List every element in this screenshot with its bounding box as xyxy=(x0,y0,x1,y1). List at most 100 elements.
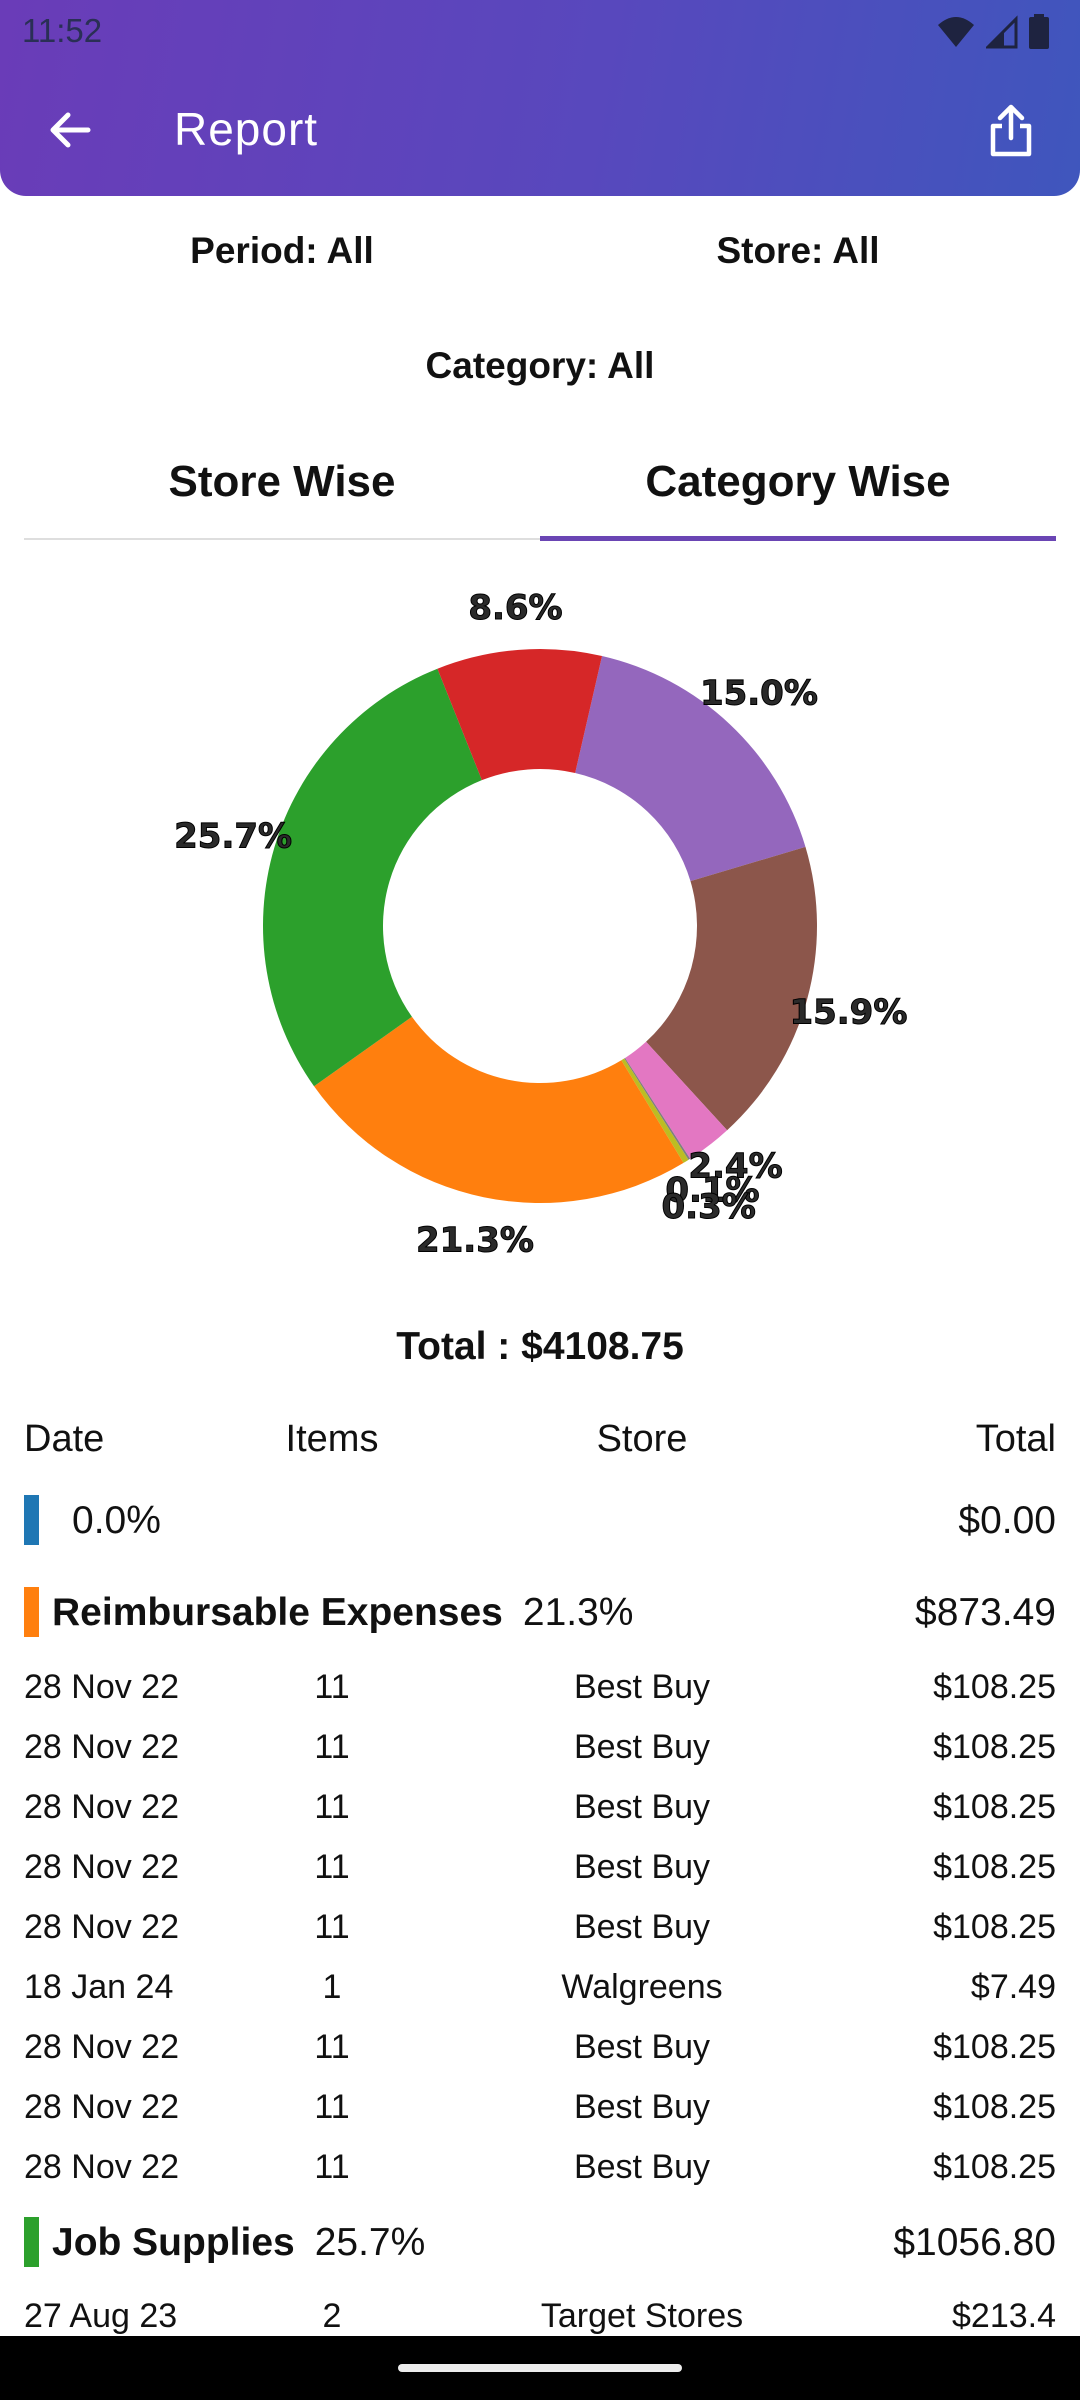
slice-label: 15.0% xyxy=(700,674,818,714)
store-filter[interactable]: Store: All xyxy=(540,230,1056,272)
row-date: 28 Nov 22 xyxy=(24,1788,179,1826)
row-date: 28 Nov 22 xyxy=(24,1908,179,1946)
row-total: $7.49 xyxy=(970,1968,1056,2006)
row-date: 27 Aug 23 xyxy=(24,2297,178,2335)
category-filter[interactable]: Category: All xyxy=(0,345,1080,387)
category-donut-chart: 15.0% 15.9% 2.4% 0.1% 0.3% 21.3% 25.7% 8.6% xyxy=(0,560,1080,1260)
row-store: Best Buy xyxy=(573,1668,711,1706)
row-items: 11 xyxy=(314,2148,350,2186)
battery-icon xyxy=(1029,14,1049,49)
slice-label: 25.7% xyxy=(174,816,292,856)
signal-icon xyxy=(986,15,1018,49)
row-items: 11 xyxy=(314,2028,350,2066)
tab-store-wise[interactable]: Store Wise xyxy=(24,440,540,540)
category-total: $873.49 xyxy=(915,1591,1056,1634)
category-label: Reimbursable Expenses 21.3% xyxy=(52,1591,633,1635)
table-row[interactable]: 18 Jan 24 1 Walgreens $7.49 xyxy=(24,1968,1056,2014)
row-total: $108.25 xyxy=(933,1728,1056,1766)
category-name: Reimbursable Expenses xyxy=(52,1591,503,1634)
back-button[interactable] xyxy=(40,100,100,160)
row-date: 18 Jan 24 xyxy=(24,1968,174,2006)
row-items: 11 xyxy=(314,1788,350,1826)
donut-slice xyxy=(263,668,482,1087)
row-store: Walgreens xyxy=(561,1968,723,2006)
category-row: Reimbursable Expenses 21.3% $873.49 xyxy=(24,1585,1056,1639)
row-items: 11 xyxy=(314,1848,350,1886)
category-row: 0.0% $0.00 xyxy=(24,1493,1056,1547)
category-row: Job Supplies 25.7% $1056.80 xyxy=(24,2215,1056,2269)
header-store: Store xyxy=(596,1418,688,1460)
row-items: 11 xyxy=(314,2088,350,2126)
row-total: $108.25 xyxy=(933,2088,1056,2126)
row-items: 11 xyxy=(314,1728,350,1766)
row-store: Best Buy xyxy=(573,2088,711,2126)
category-color-bar xyxy=(24,2217,39,2267)
category-color-bar xyxy=(24,1495,39,1545)
slice-label: 0.3% xyxy=(662,1187,756,1227)
row-items: 11 xyxy=(314,1668,350,1706)
donut-chart-svg: 15.0%15.9%2.4%0.1%0.3%21.3%25.7%8.6% xyxy=(174,587,908,1260)
table-row[interactable]: 28 Nov 22 11 Best Buy $108.25 xyxy=(24,1728,1056,1774)
header-total: Total xyxy=(975,1418,1056,1460)
category-label: Job Supplies 25.7% xyxy=(52,2221,425,2265)
category-label: 0.0% xyxy=(52,1499,161,1543)
header-date: Date xyxy=(24,1418,105,1460)
category-total: $0.00 xyxy=(958,1499,1056,1542)
row-store: Best Buy xyxy=(573,1788,711,1826)
status-time: 11:52 xyxy=(22,12,103,49)
slice-label: 8.6% xyxy=(468,588,562,628)
table-row[interactable]: 28 Nov 22 11 Best Buy $108.25 xyxy=(24,2148,1056,2194)
table-row[interactable]: 28 Nov 22 11 Best Buy $108.25 xyxy=(24,2028,1056,2074)
status-bar: 11:52 xyxy=(0,0,1080,64)
row-date: 28 Nov 22 xyxy=(24,1668,179,1706)
slice-label: 21.3% xyxy=(416,1220,534,1260)
row-items: 1 xyxy=(322,1968,342,2006)
category-percent: 25.7% xyxy=(314,2221,426,2264)
category-percent: 21.3% xyxy=(522,1591,634,1634)
tab-indicator xyxy=(540,536,1056,541)
row-date: 28 Nov 22 xyxy=(24,2028,179,2066)
row-store: Best Buy xyxy=(573,1848,711,1886)
category-color-bar xyxy=(24,1587,39,1637)
row-store: Target Stores xyxy=(540,2297,744,2335)
table-row[interactable]: 28 Nov 22 11 Best Buy $108.25 xyxy=(24,1908,1056,1954)
tab-category-wise[interactable]: Category Wise xyxy=(540,440,1056,540)
row-items: 11 xyxy=(314,1908,350,1946)
slice-label: 15.9% xyxy=(789,992,907,1032)
wifi-icon xyxy=(938,17,974,47)
row-total: $108.25 xyxy=(933,2148,1056,2186)
row-date: 28 Nov 22 xyxy=(24,2088,179,2126)
table-row[interactable]: 28 Nov 22 11 Best Buy $108.25 xyxy=(24,1848,1056,1894)
table-row[interactable]: 28 Nov 22 11 Best Buy $108.25 xyxy=(24,1788,1056,1834)
status-icons xyxy=(936,14,1050,50)
home-gesture-handle[interactable] xyxy=(398,2364,682,2372)
row-store: Best Buy xyxy=(573,2028,711,2066)
table-row[interactable]: 28 Nov 22 11 Best Buy $108.25 xyxy=(24,1668,1056,1714)
system-nav-bar xyxy=(0,2336,1080,2400)
row-store: Best Buy xyxy=(573,1728,711,1766)
table-row[interactable]: 28 Nov 22 11 Best Buy $108.25 xyxy=(24,2088,1056,2134)
period-filter[interactable]: Period: All xyxy=(24,230,540,272)
category-percent: 0.0% xyxy=(72,1499,161,1542)
row-date: 28 Nov 22 xyxy=(24,1728,179,1766)
page-title: Report xyxy=(174,103,319,155)
row-total: $108.25 xyxy=(933,1668,1056,1706)
report-total: Total : $4108.75 xyxy=(396,1325,684,1368)
row-store: Best Buy xyxy=(573,1908,711,1946)
row-total: $108.25 xyxy=(933,1908,1056,1946)
table-header: Date Items Store Total xyxy=(24,1418,1056,1468)
arrow-back-icon xyxy=(50,112,91,148)
row-date: 28 Nov 22 xyxy=(24,2148,179,2186)
header-items: Items xyxy=(285,1418,379,1460)
row-items: 2 xyxy=(322,2297,342,2335)
share-button[interactable] xyxy=(978,98,1044,164)
category-total: $1056.80 xyxy=(893,2221,1056,2264)
row-total: $108.25 xyxy=(933,1788,1056,1826)
row-total: $213.4 xyxy=(952,2297,1056,2335)
category-name: Job Supplies xyxy=(52,2221,295,2264)
row-store: Best Buy xyxy=(573,2148,711,2186)
share-icon xyxy=(990,104,1032,157)
row-date: 28 Nov 22 xyxy=(24,1848,179,1886)
row-total: $108.25 xyxy=(933,1848,1056,1886)
report-tabs: Store Wise Category Wise xyxy=(24,440,1056,542)
